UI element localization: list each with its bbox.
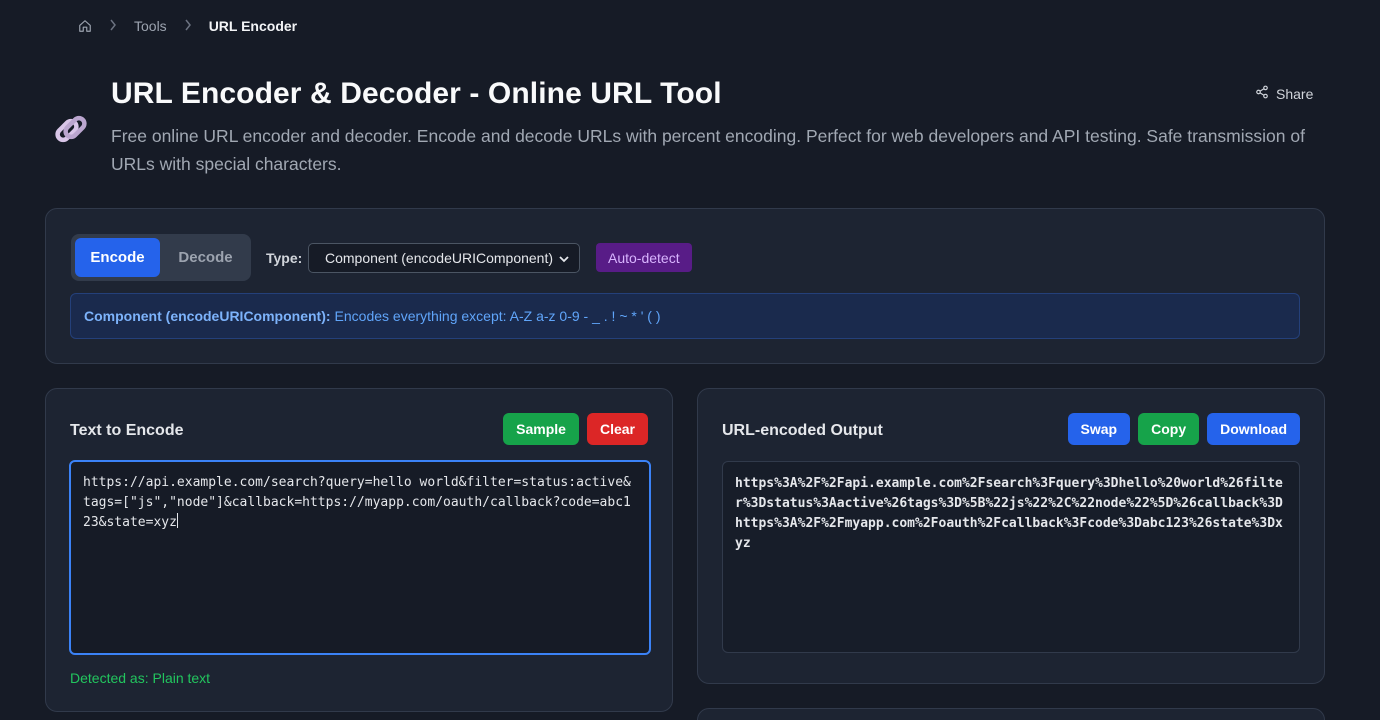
- page-subtitle: Free online URL encoder and decoder. Enc…: [111, 126, 1305, 174]
- share-icon: [1255, 85, 1269, 102]
- next-panel: [697, 708, 1325, 720]
- output-title: URL-encoded Output: [722, 422, 883, 439]
- input-title: Text to Encode: [70, 422, 184, 439]
- output-panel: URL-encoded Output Swap Copy Download ht…: [697, 388, 1325, 684]
- decode-mode-button[interactable]: Decode: [164, 238, 247, 277]
- breadcrumb-tools-link[interactable]: Tools: [134, 18, 167, 34]
- mode-toggle: Encode Decode: [71, 234, 251, 281]
- input-textarea[interactable]: https://api.example.com/search?query=hel…: [69, 460, 651, 655]
- chevron-right-icon: [184, 19, 192, 34]
- options-panel: Encode Decode Type: Component (encodeURI…: [45, 208, 1325, 364]
- detected-format-text: Detected as: Plain text: [70, 670, 211, 686]
- encoding-type-value: Component (encodeURIComponent): [325, 250, 554, 266]
- input-panel: Text to Encode Sample Clear https://api.…: [45, 388, 673, 712]
- share-label: Share: [1276, 85, 1314, 102]
- encoding-info-box: Component (encodeURIComponent): Encodes …: [70, 293, 1300, 339]
- chevron-down-icon: [559, 250, 569, 266]
- encoding-type-select[interactable]: Component (encodeURIComponent): [308, 243, 580, 273]
- output-actions: Swap Copy Download: [1067, 413, 1300, 445]
- link-icon: [52, 110, 90, 148]
- page-title: URL Encoder & Decoder - Online URL Tool: [111, 77, 722, 110]
- info-title: Component (encodeURIComponent):: [84, 308, 331, 324]
- swap-button[interactable]: Swap: [1067, 413, 1131, 445]
- input-text: https://api.example.com/search?query=hel…: [83, 475, 631, 530]
- autodetect-button[interactable]: Auto-detect: [596, 243, 692, 272]
- breadcrumb-current: URL Encoder: [208, 18, 298, 34]
- output-textarea[interactable]: https%3A%2F%2Fapi.example.com%2Fsearch%3…: [722, 461, 1300, 653]
- home-icon[interactable]: [78, 19, 92, 33]
- sample-button[interactable]: Sample: [503, 413, 579, 445]
- encode-mode-button[interactable]: Encode: [75, 238, 160, 277]
- input-actions: Sample Clear: [503, 413, 648, 445]
- breadcrumb: Tools URL Encoder: [78, 17, 314, 35]
- copy-button[interactable]: Copy: [1138, 413, 1200, 445]
- info-text: Encodes everything except: A-Z a-z 0-9 -…: [334, 308, 661, 324]
- type-label: Type:: [266, 250, 303, 266]
- chevron-right-icon: [109, 19, 117, 34]
- download-button[interactable]: Download: [1207, 413, 1300, 445]
- text-cursor: [176, 513, 178, 528]
- clear-button[interactable]: Clear: [586, 413, 648, 445]
- share-button[interactable]: Share: [1255, 85, 1313, 102]
